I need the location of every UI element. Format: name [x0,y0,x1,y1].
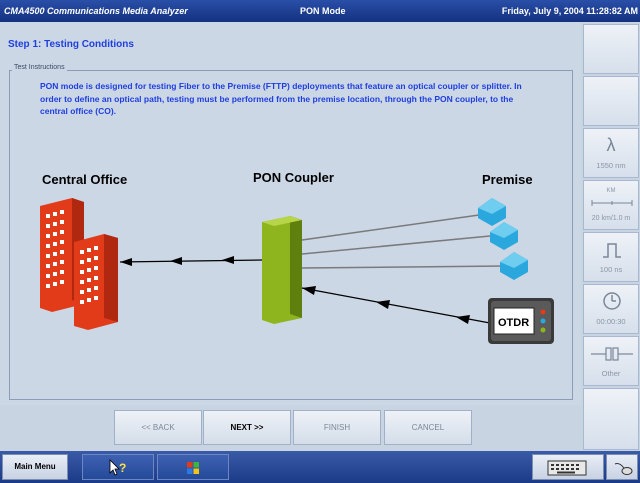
premise-label: Premise [482,172,533,187]
next-button[interactable]: NEXT >> [203,410,291,445]
wavelength-value: 1550 nm [596,161,626,170]
central-office-label: Central Office [42,172,127,187]
mouse-icon [614,463,633,475]
range-unit: KM [606,188,616,194]
fiber-line-otdr [301,286,491,324]
pon-coupler-icon [262,216,302,324]
premise-house-icon [490,222,518,250]
otdr-device-icon: OTDR [488,298,554,344]
sidebar-blank-button-2[interactable] [583,76,639,126]
sidebar-blank-button-1[interactable] [583,24,639,74]
pon-coupler-label: PON Coupler [253,170,334,185]
windows-button[interactable] [157,454,229,480]
windows-icon [187,462,199,474]
wizard-nav: << BACK NEXT >> FINISH CANCEL [0,405,581,451]
fiber-line-co [119,256,263,266]
otdr-label: OTDR [498,317,529,329]
lambda-icon: λ [606,135,616,155]
main-menu-button[interactable]: Main Menu [2,454,68,480]
ruler-icon [591,200,633,206]
back-button[interactable]: << BACK [114,410,202,445]
acquisition-time-button[interactable]: 00:00:30 [583,284,639,334]
mode-label: PON Mode [300,6,346,16]
pon-diagram: Central Office PON Coupler Premise OTDR [40,170,554,344]
range-value: 20 km/1.0 m [591,215,631,222]
cancel-button[interactable]: CANCEL [384,410,472,445]
svg-text:?: ? [119,461,126,475]
pulse-width-button[interactable]: 100 ns [583,232,639,282]
taskbar: Main Menu ? [0,451,640,483]
help-icon: ? [109,459,126,476]
keyboard-button[interactable] [532,454,604,480]
title-bar: CMA4500 Communications Media Analyzer PO… [0,0,640,22]
keyboard-icon [547,460,587,476]
other-settings-label: Other [601,369,621,378]
sidebar-blank-button-3[interactable] [583,388,639,450]
wavelength-button[interactable]: λ 1550 nm [583,128,639,178]
premise-house-icon [500,252,528,280]
clock-icon [603,292,621,310]
central-office-icon [40,198,118,330]
mouse-button[interactable] [606,454,638,480]
other-settings-button[interactable]: Other [583,336,639,386]
datetime: Friday, July 9, 2004 11:28:82 AM [501,6,638,16]
connector-icon [591,347,633,361]
range-button[interactable]: KM 20 km/1.0 m [583,180,639,230]
help-button[interactable]: ? [82,454,154,480]
app-title: CMA4500 Communications Media Analyzer [4,6,188,16]
pulse-icon [603,243,621,258]
pulse-width-value: 100 ns [599,265,623,274]
right-sidebar: λ 1550 nm KM 20 km/1.0 m 100 ns 00:00:30 [581,22,640,451]
fiber-lines-premise [301,213,506,269]
finish-button[interactable]: FINISH [293,410,381,445]
premise-house-icon [478,198,506,226]
acquisition-time-value: 00:00:30 [596,317,626,326]
